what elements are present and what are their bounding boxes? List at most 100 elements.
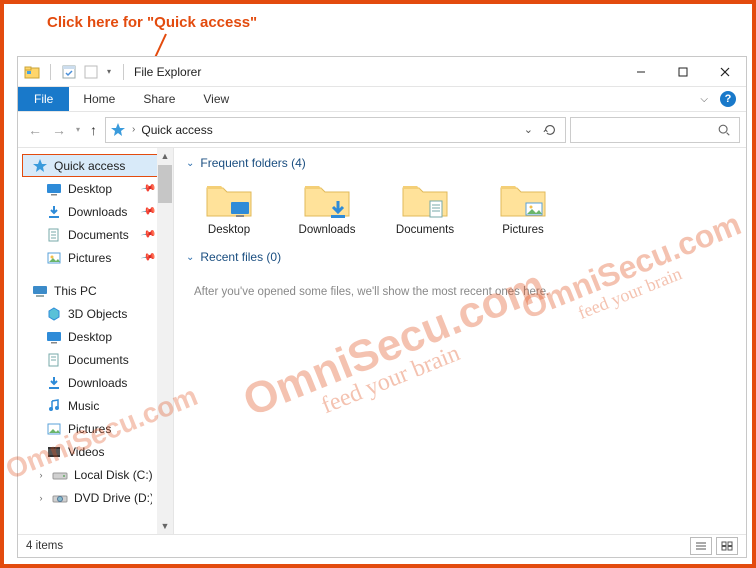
- tree-dvd-drive-d[interactable]: › DVD Drive (D:) SSS: [22, 486, 158, 509]
- tree-label: 3D Objects: [68, 307, 127, 321]
- quick-access-toolbar: ▾ File Explorer: [18, 64, 201, 80]
- tab-home[interactable]: Home: [69, 87, 129, 111]
- chevron-down-icon: ⌄: [186, 252, 194, 263]
- folder-documents[interactable]: Documents: [390, 180, 460, 236]
- pin-icon: 📌: [140, 203, 157, 219]
- folder-label: Pictures: [502, 224, 544, 236]
- minimize-button[interactable]: [620, 57, 662, 87]
- close-button[interactable]: [704, 57, 746, 87]
- pictures-icon: [46, 421, 62, 437]
- breadcrumb[interactable]: Quick access: [141, 123, 212, 137]
- ribbon: File Home Share View ⌵ ?: [18, 87, 746, 112]
- search-box[interactable]: [570, 117, 740, 143]
- scroll-down-icon[interactable]: ▼: [157, 518, 173, 534]
- folder-desktop[interactable]: Desktop: [194, 180, 264, 236]
- navigation-pane: Quick access Desktop 📌 Downloads 📌: [18, 148, 174, 534]
- tree-pc-documents[interactable]: Documents: [22, 348, 158, 371]
- tree-label: Videos: [68, 445, 104, 459]
- tree-downloads[interactable]: Downloads 📌: [22, 200, 158, 223]
- tree-3d-objects[interactable]: 3D Objects: [22, 302, 158, 325]
- forward-button[interactable]: →: [52, 122, 66, 138]
- tree-label: Music: [68, 399, 99, 413]
- desktop-icon: [46, 181, 62, 197]
- tree-quick-access[interactable]: Quick access: [22, 154, 158, 177]
- tree-videos[interactable]: Videos: [22, 440, 158, 463]
- pin-icon: 📌: [140, 180, 157, 196]
- tree-label: Downloads: [68, 205, 127, 219]
- desktop-overlay-icon: [229, 198, 251, 220]
- folder-pictures[interactable]: Pictures: [488, 180, 558, 236]
- expander-icon[interactable]: ›: [36, 470, 46, 480]
- scroll-up-icon[interactable]: ▲: [157, 148, 173, 164]
- navigation-bar: ← → ▾ ↑ › Quick access ⌄: [18, 112, 746, 148]
- thumbnails-view-icon: [721, 541, 733, 551]
- address-dropdown-icon[interactable]: ⌄: [524, 123, 533, 136]
- expander-icon[interactable]: ›: [36, 493, 46, 503]
- tree-this-pc[interactable]: This PC: [22, 279, 158, 302]
- music-icon: [46, 398, 62, 414]
- item-count: 4 items: [26, 540, 63, 552]
- tree-label: Pictures: [68, 422, 111, 436]
- status-bar: 4 items: [18, 534, 746, 557]
- history-dropdown-icon[interactable]: ▾: [76, 125, 80, 134]
- folder-label: Downloads: [299, 224, 356, 236]
- recent-empty-text: After you've opened some files, we'll sh…: [186, 270, 734, 314]
- chevron-down-icon: ⌄: [186, 158, 194, 169]
- tree-label: Pictures: [68, 251, 111, 265]
- separator: [123, 64, 124, 80]
- folder-label: Documents: [396, 224, 454, 236]
- title-bar: ▾ File Explorer: [18, 57, 746, 87]
- tree-label: Local Disk (C:): [74, 468, 153, 482]
- sidebar-scrollbar[interactable]: ▲ ▼: [157, 148, 173, 534]
- dvd-drive-icon: [52, 490, 68, 506]
- tree-pc-downloads[interactable]: Downloads: [22, 371, 158, 394]
- properties-icon[interactable]: [61, 64, 77, 80]
- videos-icon: [46, 444, 62, 460]
- back-button[interactable]: ←: [28, 122, 42, 138]
- tree-documents[interactable]: Documents 📌: [22, 223, 158, 246]
- group-recent-files[interactable]: ⌄ Recent files (0): [186, 250, 734, 264]
- help-icon[interactable]: ?: [720, 91, 736, 107]
- pin-icon: 📌: [140, 249, 157, 265]
- tree-local-disk-c[interactable]: › Local Disk (C:): [22, 463, 158, 486]
- tree-label: Documents: [68, 353, 129, 367]
- file-explorer-window: ▾ File Explorer File Home Share View ⌵ ?: [17, 56, 747, 558]
- tree-pictures[interactable]: Pictures 📌: [22, 246, 158, 269]
- tree-music[interactable]: Music: [22, 394, 158, 417]
- search-icon: [717, 123, 731, 137]
- picture-overlay-icon: [523, 198, 545, 220]
- scroll-thumb[interactable]: [158, 165, 172, 203]
- folder-downloads[interactable]: Downloads: [292, 180, 362, 236]
- documents-icon: [46, 227, 62, 243]
- details-view-button[interactable]: [690, 537, 712, 555]
- new-folder-icon[interactable]: [83, 64, 99, 80]
- downloads-icon: [46, 204, 62, 220]
- address-bar[interactable]: › Quick access ⌄: [105, 117, 566, 143]
- file-tab[interactable]: File: [18, 87, 69, 111]
- ribbon-expand-icon[interactable]: ⌵: [700, 94, 708, 105]
- tree-label: Desktop: [68, 182, 112, 196]
- content-pane[interactable]: ⌄ Frequent folders (4) Desktop: [174, 148, 746, 534]
- qat-dropdown-icon[interactable]: ▾: [105, 66, 113, 78]
- download-overlay-icon: [327, 198, 349, 220]
- details-view-icon: [695, 541, 707, 551]
- tab-share[interactable]: Share: [129, 87, 189, 111]
- tree-label: Downloads: [68, 376, 127, 390]
- this-pc-icon: [32, 283, 48, 299]
- folder-label: Desktop: [208, 224, 250, 236]
- tutorial-frame: Click here for "Quick access" ▾ File Exp…: [0, 0, 756, 568]
- refresh-icon[interactable]: [543, 123, 557, 137]
- chevron-right-icon[interactable]: ›: [132, 124, 135, 135]
- thumbnails-view-button[interactable]: [716, 537, 738, 555]
- downloads-icon: [46, 375, 62, 391]
- tree-pc-pictures[interactable]: Pictures: [22, 417, 158, 440]
- group-title: Recent files (0): [200, 250, 281, 264]
- tab-view[interactable]: View: [189, 87, 243, 111]
- tree-label: Documents: [68, 228, 129, 242]
- tree-pc-desktop[interactable]: Desktop: [22, 325, 158, 348]
- maximize-button[interactable]: [662, 57, 704, 87]
- document-overlay-icon: [425, 198, 447, 220]
- tree-desktop[interactable]: Desktop 📌: [22, 177, 158, 200]
- group-frequent-folders[interactable]: ⌄ Frequent folders (4): [186, 156, 734, 170]
- up-button[interactable]: ↑: [90, 122, 97, 138]
